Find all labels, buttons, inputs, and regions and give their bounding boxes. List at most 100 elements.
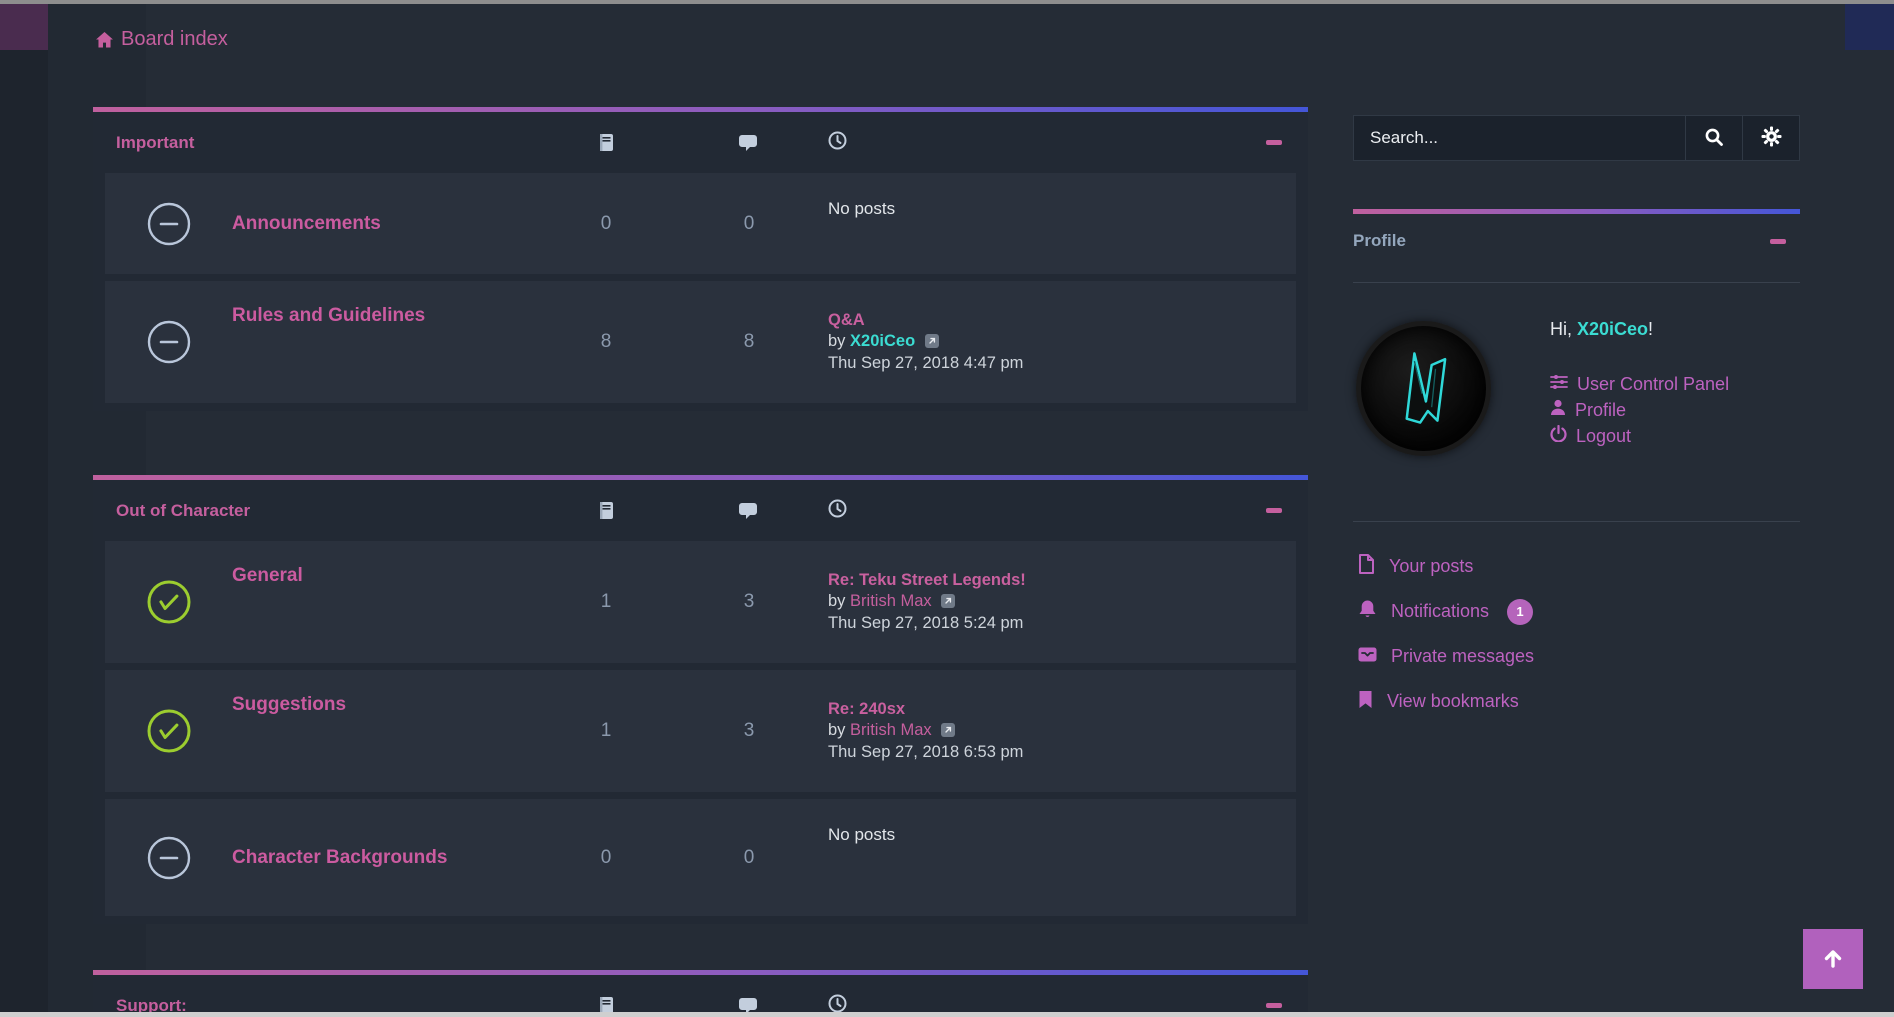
collapse-profile-button[interactable] bbox=[1770, 239, 1786, 244]
forum-link[interactable]: Suggestions bbox=[232, 670, 542, 716]
last-post-subject-link[interactable]: Re: 240sx bbox=[828, 700, 905, 718]
banner-left-fragment bbox=[0, 4, 48, 50]
banner-right-fragment bbox=[1845, 4, 1894, 50]
search-button[interactable] bbox=[1685, 116, 1742, 160]
panel-header: Out of Character bbox=[93, 480, 1308, 541]
collapse-panel-button[interactable] bbox=[1266, 1003, 1282, 1008]
panel-title: Out of Character bbox=[105, 501, 542, 521]
posts-count: 0 bbox=[670, 213, 828, 235]
last-post: Re: 240sx by British Max Thu Sep 27, 201… bbox=[828, 699, 1296, 763]
topics-count: 1 bbox=[542, 720, 670, 742]
scroll-to-top-button[interactable] bbox=[1803, 929, 1863, 989]
profile-header: Profile bbox=[1353, 231, 1800, 251]
last-post: Re: Teku Street Legends! by British Max … bbox=[828, 570, 1296, 634]
topics-count: 1 bbox=[542, 591, 670, 613]
collapse-panel-button[interactable] bbox=[1266, 508, 1282, 513]
avatar bbox=[1356, 321, 1491, 456]
forum-link[interactable]: Rules and Guidelines bbox=[232, 281, 542, 327]
breadcrumb[interactable]: Board index bbox=[96, 28, 228, 51]
last-post-date: Thu Sep 27, 2018 4:47 pm bbox=[828, 354, 1023, 372]
sliders-icon bbox=[1550, 374, 1568, 395]
sidebar: Profile Hi, X20iCeo! U bbox=[1353, 107, 1800, 1017]
forum-page: Board index Important bbox=[0, 0, 1894, 1017]
topics-icon bbox=[542, 996, 670, 1016]
notifications-link[interactable]: Notifications 1 bbox=[1358, 589, 1798, 634]
no-posts-label: No posts bbox=[828, 799, 1296, 845]
topics-count: 0 bbox=[542, 213, 670, 235]
goto-last-post-icon[interactable] bbox=[941, 723, 955, 737]
lastpost-clock-icon bbox=[828, 994, 847, 1017]
power-icon bbox=[1550, 425, 1567, 447]
view-bookmarks-link[interactable]: View bookmarks bbox=[1358, 679, 1798, 724]
last-post-subject-link[interactable]: Re: Teku Street Legends! bbox=[828, 571, 1026, 589]
posts-icon bbox=[670, 134, 828, 152]
check-circle-icon bbox=[105, 578, 232, 626]
posts-count: 3 bbox=[670, 720, 828, 742]
profile-title: Profile bbox=[1353, 231, 1406, 251]
sidebar-links: Your posts Notifications 1 Private messa… bbox=[1358, 544, 1798, 724]
panel-header: Support: bbox=[93, 975, 1308, 1017]
minus-circle-icon bbox=[105, 201, 232, 247]
logout-link[interactable]: Logout bbox=[1550, 423, 1729, 449]
forum-link[interactable]: Announcements bbox=[232, 213, 542, 235]
panel-out-of-character: Out of Character bbox=[93, 475, 1308, 924]
collapse-panel-button[interactable] bbox=[1266, 140, 1282, 145]
posts-count: 8 bbox=[670, 331, 828, 353]
user-icon bbox=[1550, 399, 1566, 421]
lastpost-clock-icon bbox=[828, 131, 847, 155]
forum-row: Announcements 0 0 No posts bbox=[105, 173, 1296, 274]
search-input[interactable] bbox=[1354, 116, 1685, 160]
search-bar bbox=[1353, 115, 1800, 161]
greeting-username: X20iCeo bbox=[1577, 319, 1648, 339]
private-messages-link[interactable]: Private messages bbox=[1358, 634, 1798, 679]
forum-row: General 1 3 Re: Teku Street Legends! by … bbox=[105, 541, 1296, 663]
last-post-author-link[interactable]: X20iCeo bbox=[850, 332, 915, 350]
no-posts-label: No posts bbox=[828, 173, 1296, 219]
panel-title: Important bbox=[105, 133, 542, 153]
forum-row: Rules and Guidelines 8 8 Q&A by X20iCeo … bbox=[105, 281, 1296, 403]
search-settings-button[interactable] bbox=[1742, 116, 1799, 160]
bookmark-icon bbox=[1358, 690, 1373, 714]
last-post-author-link[interactable]: British Max bbox=[850, 721, 932, 739]
home-icon bbox=[96, 32, 113, 48]
profile-link[interactable]: Profile bbox=[1550, 397, 1729, 423]
gear-icon bbox=[1761, 126, 1782, 150]
last-post-subject-link[interactable]: Q&A bbox=[828, 311, 865, 329]
posts-count: 3 bbox=[670, 591, 828, 613]
topics-count: 8 bbox=[542, 331, 670, 353]
minus-circle-icon bbox=[105, 835, 232, 881]
forum-link[interactable]: General bbox=[232, 541, 542, 587]
topics-icon bbox=[542, 501, 670, 521]
arrow-up-icon bbox=[1821, 946, 1845, 973]
breadcrumb-label: Board index bbox=[121, 28, 228, 51]
posts-icon bbox=[670, 997, 828, 1015]
topics-count: 0 bbox=[542, 847, 670, 869]
file-icon bbox=[1358, 554, 1375, 579]
search-icon bbox=[1704, 127, 1724, 150]
minus-circle-icon bbox=[105, 319, 232, 365]
forum-link[interactable]: Character Backgrounds bbox=[232, 847, 542, 869]
panel-support: Support: bbox=[93, 970, 1308, 1017]
lastpost-clock-icon bbox=[828, 499, 847, 523]
posts-count: 0 bbox=[670, 847, 828, 869]
gradient-bar bbox=[1353, 209, 1800, 214]
last-post-date: Thu Sep 27, 2018 6:53 pm bbox=[828, 743, 1023, 761]
user-control-panel-link[interactable]: User Control Panel bbox=[1550, 371, 1729, 397]
profile-links: User Control Panel Profile Logout bbox=[1550, 371, 1729, 449]
check-circle-icon bbox=[105, 707, 232, 755]
last-post-date: Thu Sep 27, 2018 5:24 pm bbox=[828, 614, 1023, 632]
topics-icon bbox=[542, 133, 670, 153]
forum-row: Character Backgrounds 0 0 No posts bbox=[105, 799, 1296, 916]
left-edge-strip bbox=[0, 4, 48, 1012]
panel-title: Support: bbox=[105, 996, 542, 1016]
notification-badge: 1 bbox=[1507, 599, 1533, 625]
inbox-icon bbox=[1358, 646, 1377, 667]
goto-last-post-icon[interactable] bbox=[925, 334, 939, 348]
last-post: Q&A by X20iCeo Thu Sep 27, 2018 4:47 pm bbox=[828, 310, 1296, 374]
forum-row: Suggestions 1 3 Re: 240sx by British Max… bbox=[105, 670, 1296, 792]
your-posts-link[interactable]: Your posts bbox=[1358, 544, 1798, 589]
goto-last-post-icon[interactable] bbox=[941, 594, 955, 608]
last-post-author-link[interactable]: British Max bbox=[850, 592, 932, 610]
panel-header: Important bbox=[93, 112, 1308, 173]
divider bbox=[1353, 521, 1800, 522]
